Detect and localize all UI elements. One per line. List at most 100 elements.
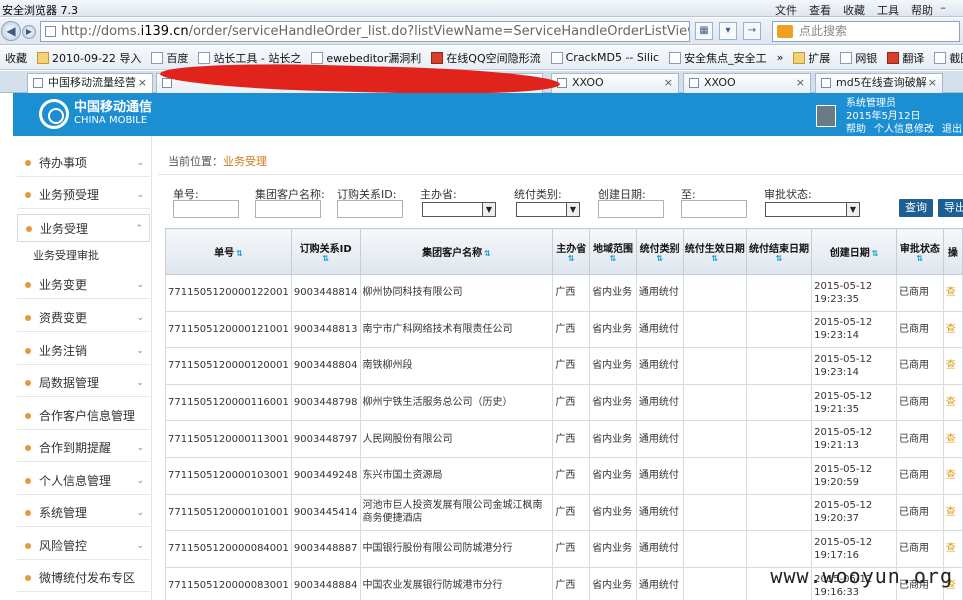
fav-item[interactable]: 在线QQ空间隐形流 <box>426 50 545 66</box>
cell-approval-status: 已商用 <box>895 274 944 312</box>
cell-pay-end <box>745 530 813 568</box>
close-icon[interactable]: × <box>138 74 147 92</box>
dropdown-icon[interactable]: ▾ <box>719 22 737 40</box>
approval-status-select[interactable]: ▼ <box>765 202 860 217</box>
search-input[interactable]: 点此搜索 <box>772 21 960 42</box>
sidebar-item-partner-info[interactable]: 合作客户信息管理 <box>17 402 150 430</box>
fav-item[interactable]: 截图 <box>929 50 963 66</box>
menu-favorites[interactable]: 收藏 <box>843 2 865 18</box>
go-icon[interactable]: → <box>743 22 761 40</box>
page-icon <box>33 78 43 88</box>
breadcrumb-current[interactable]: 业务受理 <box>223 155 267 168</box>
col-approval-status[interactable]: 审批状态 ⇅ <box>895 228 944 275</box>
minimize-icon[interactable]: – <box>935 0 951 16</box>
fav-more-icon[interactable]: » <box>772 51 789 64</box>
sidebar-item-cancel[interactable]: 业务注销 ⌄ <box>17 337 150 365</box>
menu-help[interactable]: 帮助 <box>911 2 933 18</box>
order-no-input[interactable] <box>173 200 239 218</box>
close-icon[interactable]: × <box>796 74 805 92</box>
sidebar-item-tariff[interactable]: 资费变更 ⌄ <box>17 304 150 332</box>
fav-item[interactable]: 站长工具 - 站长之 <box>193 50 306 66</box>
sidebar-subitem-approval[interactable]: 业务受理审批 <box>33 247 99 263</box>
table-row[interactable]: 7711505120000116001 9003448798 柳州宁铁生活服务总公司… <box>165 383 963 422</box>
fav-item[interactable]: 百度 <box>146 50 193 66</box>
table-row[interactable]: 7711505120000101001 9003445414 河池市巨人投资发展有限… <box>165 493 963 532</box>
col-create-date[interactable]: 创建日期 ⇅ <box>811 228 897 275</box>
sidebar-item-todo[interactable]: 待办事项 ⌄ <box>17 149 150 177</box>
tab-china-mobile[interactable]: 中国移动流量经营 × <box>27 73 153 93</box>
compat-icon[interactable]: ▦ <box>695 22 713 40</box>
close-icon[interactable]: × <box>928 74 937 92</box>
col-pay-end[interactable]: 统付结束日期 ⇅ <box>745 228 813 275</box>
query-button[interactable]: 查询 <box>899 199 933 217</box>
col-region[interactable]: 地域范围 ⇅ <box>589 228 637 275</box>
fav-label: 安全焦点_安全工 <box>684 51 767 65</box>
sidebar-item-expiry-reminder[interactable]: 合作到期提醒 ⌄ <box>17 434 150 462</box>
fav-item[interactable]: 收藏 <box>0 50 32 66</box>
view-action-link[interactable]: 查 <box>942 493 963 532</box>
sidebar-item-local-data[interactable]: 局数据管理 ⌄ <box>17 369 150 397</box>
main-content: 当前位置：业务受理 单号: 集团客户名称: 订购关系ID: 主办省: 统付类别:… <box>152 136 963 600</box>
fav-item[interactable]: 翻译 <box>882 50 929 66</box>
table-row[interactable]: 7711505120000121001 9003448813 南宁市广科网络技术有限… <box>165 310 963 349</box>
menu-view[interactable]: 查看 <box>809 2 831 18</box>
create-date-to-input[interactable] <box>681 200 747 218</box>
province-select[interactable]: ▼ <box>422 202 496 217</box>
customer-name-input[interactable] <box>255 200 321 218</box>
view-action-link[interactable]: 查 <box>942 383 963 422</box>
fav-item[interactable]: 2010-09-22 导入 <box>32 50 146 66</box>
sidebar-item-risk[interactable]: 风险管控 ⌄ <box>17 532 150 560</box>
fav-item[interactable]: ewebeditor漏洞利 <box>306 50 426 66</box>
fav-item[interactable]: CrackMD5 -- Silic <box>546 51 664 64</box>
chevron-down-icon: ⌄ <box>136 313 144 323</box>
menu-tools[interactable]: 工具 <box>877 2 899 18</box>
table-row[interactable]: 7711505120000120001 9003448804 南铁柳州段 广西 省内业务… <box>165 347 963 385</box>
fav-item[interactable]: 网银 <box>835 50 882 66</box>
pay-type-select[interactable]: ▼ <box>516 202 580 217</box>
tab-xxoo-2[interactable]: XXOO × <box>683 73 811 93</box>
table-row[interactable]: 7711505120000122001 9003448814 柳州协同科技有限公司广… <box>165 274 963 312</box>
cell-pay-start <box>682 493 747 532</box>
table-row[interactable]: 7711505120000084001 9003448887 中国银行股份有限公司防… <box>165 530 963 568</box>
tab-md5[interactable]: md5在线查询破解 × <box>815 73 943 93</box>
sidebar-item-system[interactable]: 系统管理 ⌄ <box>17 499 150 527</box>
cell-province: 广西 <box>552 530 591 568</box>
view-action-link[interactable]: 查 <box>942 456 963 495</box>
view-action-link[interactable]: 查 <box>942 274 963 312</box>
table-row[interactable]: 7711505120000113001 9003448797 人民网股份有限公司 广西… <box>165 420 963 458</box>
tab-xxoo-1[interactable]: XXOO × <box>551 73 679 93</box>
close-icon[interactable]: × <box>664 74 673 92</box>
sidebar-item-accept[interactable]: 业务受理 ⌃ <box>17 214 150 242</box>
back-icon[interactable]: ◀ <box>1 21 21 41</box>
profile-edit-link[interactable]: 个人信息修改 <box>874 123 934 136</box>
create-date-from-input[interactable] <box>598 200 664 218</box>
sidebar-item-change[interactable]: 业务变更 ⌄ <box>17 271 150 299</box>
sidebar-item-personal-info[interactable]: 个人信息管理 ⌄ <box>17 467 150 495</box>
fav-item[interactable]: 安全焦点_安全工 <box>664 50 772 66</box>
fav-label: 翻译 <box>902 51 925 65</box>
help-link[interactable]: 帮助 <box>846 123 866 136</box>
sidebar-item-weibo[interactable]: 微博统付发布专区 <box>17 564 150 592</box>
logout-link[interactable]: 退出 <box>942 123 962 136</box>
sort-icon: ⇅ <box>916 254 924 263</box>
col-customer-name[interactable]: 集团客户名称 ⇅ <box>359 228 554 275</box>
fav-item[interactable]: 扩展 <box>788 50 835 66</box>
col-pay-type[interactable]: 统付类别 ⇅ <box>635 228 684 275</box>
cell-approval-status: 已商用 <box>895 530 944 568</box>
view-action-link[interactable]: 查 <box>942 420 963 458</box>
export-button[interactable]: 导出 <box>938 199 963 217</box>
view-action-link[interactable]: 查 <box>942 347 963 385</box>
order-id-input[interactable] <box>337 200 403 218</box>
sidebar-item-pre-accept[interactable]: 业务预受理 ⌄ <box>17 181 150 209</box>
forward-icon[interactable]: ▶ <box>22 25 36 39</box>
menu-file[interactable]: 文件 <box>775 2 797 18</box>
cell-province: 广西 <box>552 456 591 495</box>
url-input[interactable]: http://doms.i139.cn/order/serviceHandleO… <box>40 21 690 42</box>
view-action-link[interactable]: 查 <box>942 310 963 349</box>
col-order-id[interactable]: 订购关系ID ⇅ <box>290 228 361 275</box>
col-province[interactable]: 主办省 ⇅ <box>552 228 591 275</box>
view-action-link[interactable]: 查 <box>942 530 963 568</box>
col-pay-start[interactable]: 统付生效日期 ⇅ <box>682 228 747 275</box>
table-row[interactable]: 7711505120000103001 9003449248 东兴市国土资源局 广西省… <box>165 456 963 495</box>
col-order-no[interactable]: 单号 ⇅ <box>165 228 292 275</box>
